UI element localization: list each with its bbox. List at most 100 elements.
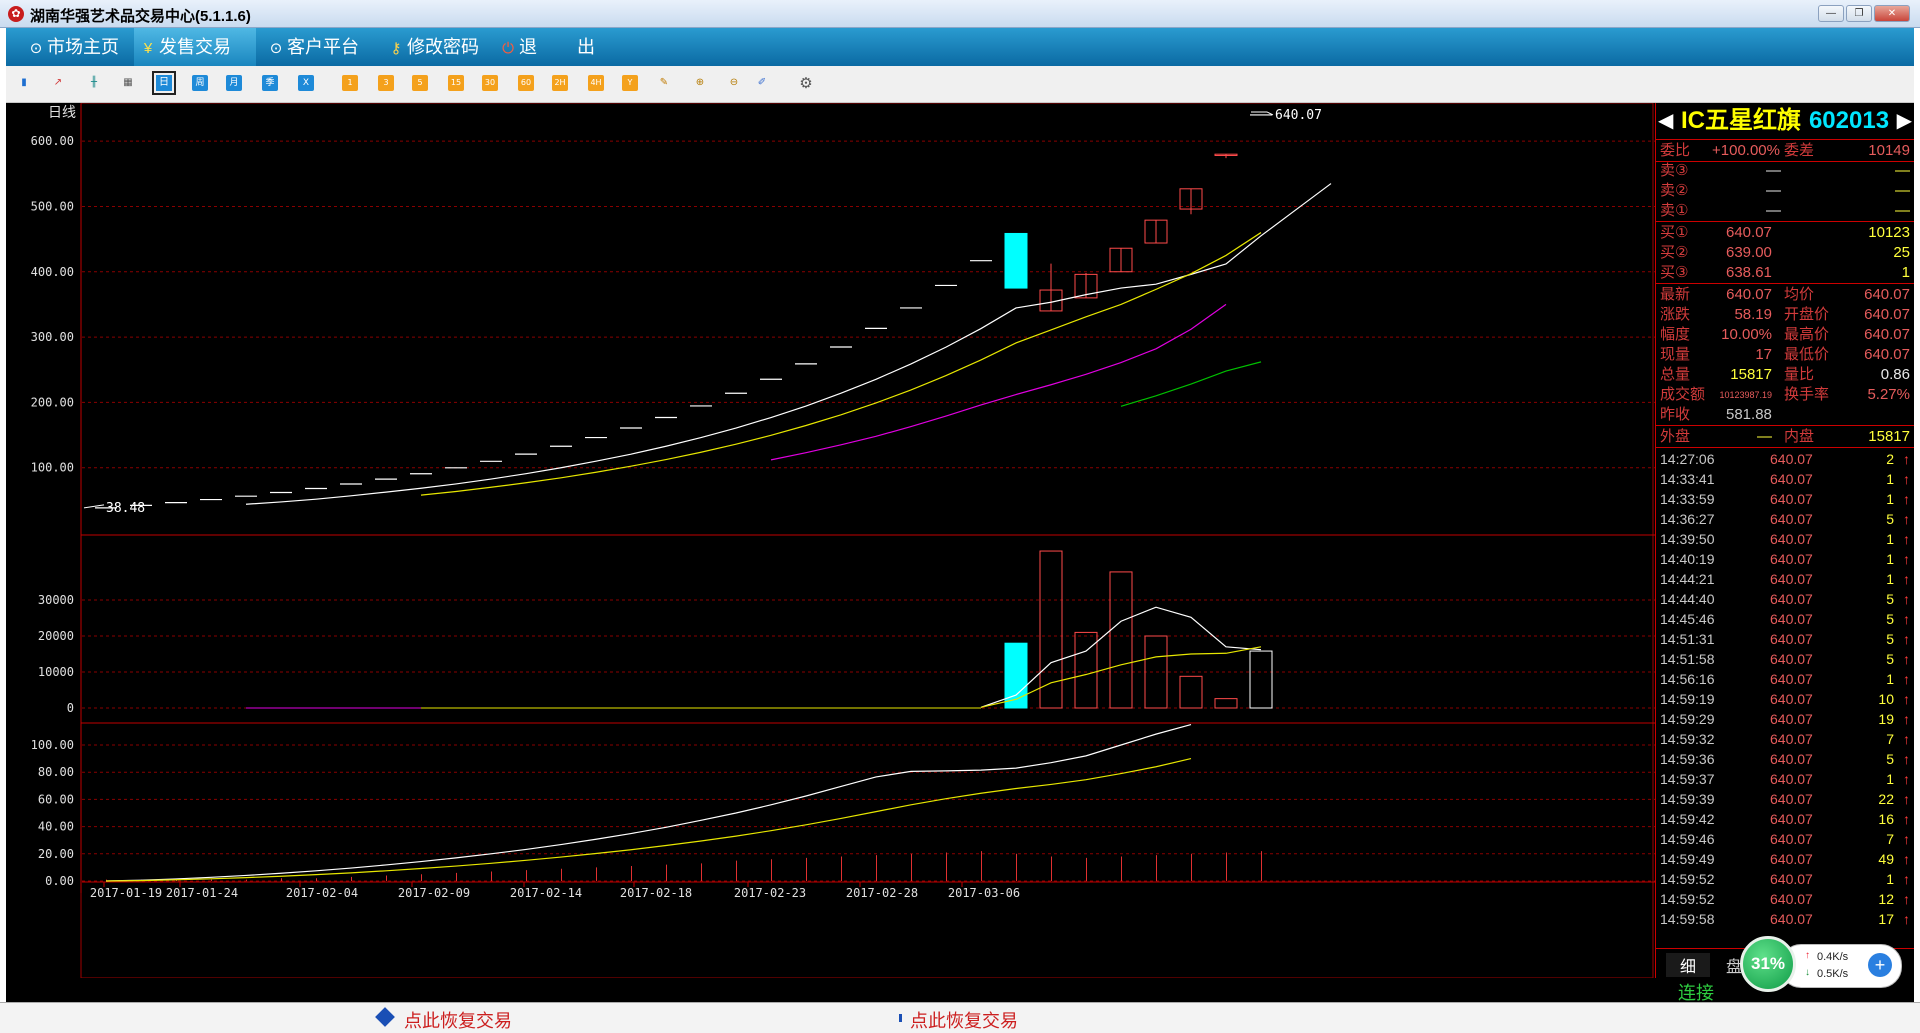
period-day-button[interactable]: 日 — [152, 71, 176, 95]
minute-15-button[interactable]: 15 — [448, 75, 464, 91]
zoom-out-icon[interactable]: ⊖ — [726, 75, 742, 91]
sell-row: 卖③ — — — [1656, 161, 1914, 181]
kline-chart[interactable]: 38.48 640.07 100.00 200.00 300.00 400.00 500.… — [6, 102, 1655, 979]
tick-time: 14:59:19 — [1660, 691, 1715, 707]
outer-inner-row: 外盘 — 内盘 15817 — [1656, 427, 1914, 447]
prev-stock-arrow[interactable]: ◀ — [1658, 103, 1673, 139]
tick-up-arrow-icon: ↑ — [1903, 851, 1910, 867]
hour-4-button[interactable]: 4H — [588, 75, 604, 91]
restore-trade-link-right[interactable]: 点此恢复交易 — [910, 1007, 1018, 1033]
tick-price: 640.07 — [1770, 891, 1813, 907]
tick-volume: 49 — [1878, 851, 1894, 867]
period-week-button[interactable]: 周 — [192, 75, 208, 91]
pencil-icon[interactable]: ✐ — [754, 75, 770, 91]
next-stock-arrow[interactable]: ▶ — [1897, 103, 1912, 139]
nav-issue-trade[interactable]: ¥ 发售交易 — [134, 28, 256, 66]
minimize-button[interactable]: — — [1818, 5, 1844, 22]
tick-time: 14:59:46 — [1660, 831, 1715, 847]
nav-client-platform[interactable]: ⊙ 客户平台 — [262, 28, 378, 66]
kline-chart-area[interactable]: 38.48 640.07 100.00 200.00 300.00 400.00 500.… — [6, 102, 1655, 979]
tick-time: 14:44:21 — [1660, 571, 1715, 587]
sell-price: — — [1766, 202, 1781, 219]
line-chart-icon[interactable]: ↗ — [50, 75, 66, 91]
draw-icon[interactable]: ✎ — [656, 75, 672, 91]
x-tick-label: 2017-02-18 — [620, 886, 692, 900]
buy-volume: 25 — [1893, 244, 1910, 261]
tick-time: 14:59:37 — [1660, 771, 1715, 787]
buy-row: 买③ 638.61 1 — [1656, 263, 1914, 283]
tick-time: 14:36:27 — [1660, 511, 1715, 527]
sell-volume: — — [1895, 182, 1910, 199]
tick-price: 640.07 — [1770, 911, 1813, 927]
tick-price: 640.07 — [1770, 591, 1813, 607]
tick-volume: 22 — [1878, 791, 1894, 807]
tick-up-arrow-icon: ↑ — [1903, 691, 1910, 707]
period-season-button[interactable]: 季 — [262, 75, 278, 91]
minute-60-button[interactable]: 60 — [518, 75, 534, 91]
minute-5-button[interactable]: 5 — [412, 75, 428, 91]
tick-time: 14:27:06 — [1660, 451, 1715, 467]
x-tick-label: 2017-03-06 — [948, 886, 1020, 900]
tick-volume: 5 — [1886, 631, 1894, 647]
download-speed: 0.5K/s — [1817, 968, 1849, 980]
network-percent-badge: 31% — [1740, 936, 1796, 992]
x-tick-label: 2017-02-09 — [398, 886, 470, 900]
price-ma-line — [1120, 361, 1262, 407]
stock-code: 602013 — [1808, 107, 1890, 134]
stat-value: 640.07 — [1726, 286, 1772, 303]
calendar-icon[interactable]: ▦ — [120, 75, 136, 91]
tick-price: 640.07 — [1770, 491, 1813, 507]
restore-trade-link-left[interactable]: 点此恢复交易 — [404, 1007, 512, 1033]
tick-row: 14:59:52 640.07 12 ↑ — [1656, 889, 1914, 909]
tab-detail[interactable]: 细 — [1666, 953, 1710, 977]
tick-price: 640.07 — [1770, 711, 1813, 727]
year-button[interactable]: Y — [622, 75, 638, 91]
plus-icon[interactable]: + — [1868, 953, 1892, 977]
close-button[interactable]: ✕ — [1874, 5, 1910, 22]
tick-row: 14:59:39 640.07 22 ↑ — [1656, 789, 1914, 809]
price-tick-label: 200.00 — [31, 395, 74, 409]
tick-row: 14:59:58 640.07 17 ↑ — [1656, 909, 1914, 929]
period-month-button[interactable]: 月 — [226, 75, 242, 91]
minute-1-button[interactable]: 1 — [342, 75, 358, 91]
indicator-tick-label: 0.00 — [45, 874, 74, 888]
tick-time: 14:59:52 — [1660, 871, 1715, 887]
minute-30-button[interactable]: 30 — [482, 75, 498, 91]
restore-button[interactable]: ❐ — [1846, 5, 1872, 22]
candlestick-icon[interactable]: ╫ — [86, 75, 102, 91]
tick-row: 14:44:40 640.07 5 ↑ — [1656, 589, 1914, 609]
stat-value-2: 640.07 — [1864, 306, 1910, 323]
inner-label: 内盘 — [1784, 428, 1815, 445]
period-x-button[interactable]: X — [298, 75, 314, 91]
tick-up-arrow-icon: ↑ — [1903, 631, 1910, 647]
tick-time: 14:40:19 — [1660, 551, 1715, 567]
tick-volume: 7 — [1886, 831, 1894, 847]
tick-volume: 16 — [1878, 811, 1894, 827]
tick-price: 640.07 — [1770, 811, 1813, 827]
nav-logout[interactable]: ⏻ 退 出 — [494, 28, 610, 66]
gear-icon[interactable]: ⚙ — [798, 75, 814, 91]
hour-2-button[interactable]: 2H — [552, 75, 568, 91]
divider — [1656, 221, 1914, 222]
zoom-in-icon[interactable]: ⊕ — [692, 75, 708, 91]
outer-label: 外盘 — [1660, 428, 1691, 445]
tick-volume: 12 — [1878, 891, 1894, 907]
nav-change-password[interactable]: ⚷ 修改密码 — [382, 28, 498, 66]
weicha-label: 委差 — [1784, 142, 1815, 159]
tick-volume: 2 — [1886, 451, 1894, 467]
weibi-value: +100.00% — [1712, 142, 1780, 159]
stat-row: 总量 15817 量比 0.86 — [1656, 365, 1914, 385]
stat-row: 现量 17 最低价 640.07 — [1656, 345, 1914, 365]
weibi-label: 委比 — [1660, 142, 1691, 159]
sell-volume: — — [1895, 162, 1910, 179]
tick-price: 640.07 — [1770, 511, 1813, 527]
minute-3-button[interactable]: 3 — [378, 75, 394, 91]
nav-label: 市场主页 — [47, 37, 119, 57]
nav-market-home[interactable]: ⊙ 市场主页 — [22, 28, 138, 66]
stat-label: 现量 — [1660, 346, 1691, 363]
bar-chart-icon[interactable]: ▮ — [16, 75, 32, 91]
network-monitor[interactable]: ↑ 0.4K/s ↓ 0.5K/s 31% + — [1740, 936, 1908, 996]
buy-price: 638.61 — [1726, 264, 1772, 281]
price-tick-label: 600.00 — [31, 134, 74, 148]
tick-row: 14:45:46 640.07 5 ↑ — [1656, 609, 1914, 629]
